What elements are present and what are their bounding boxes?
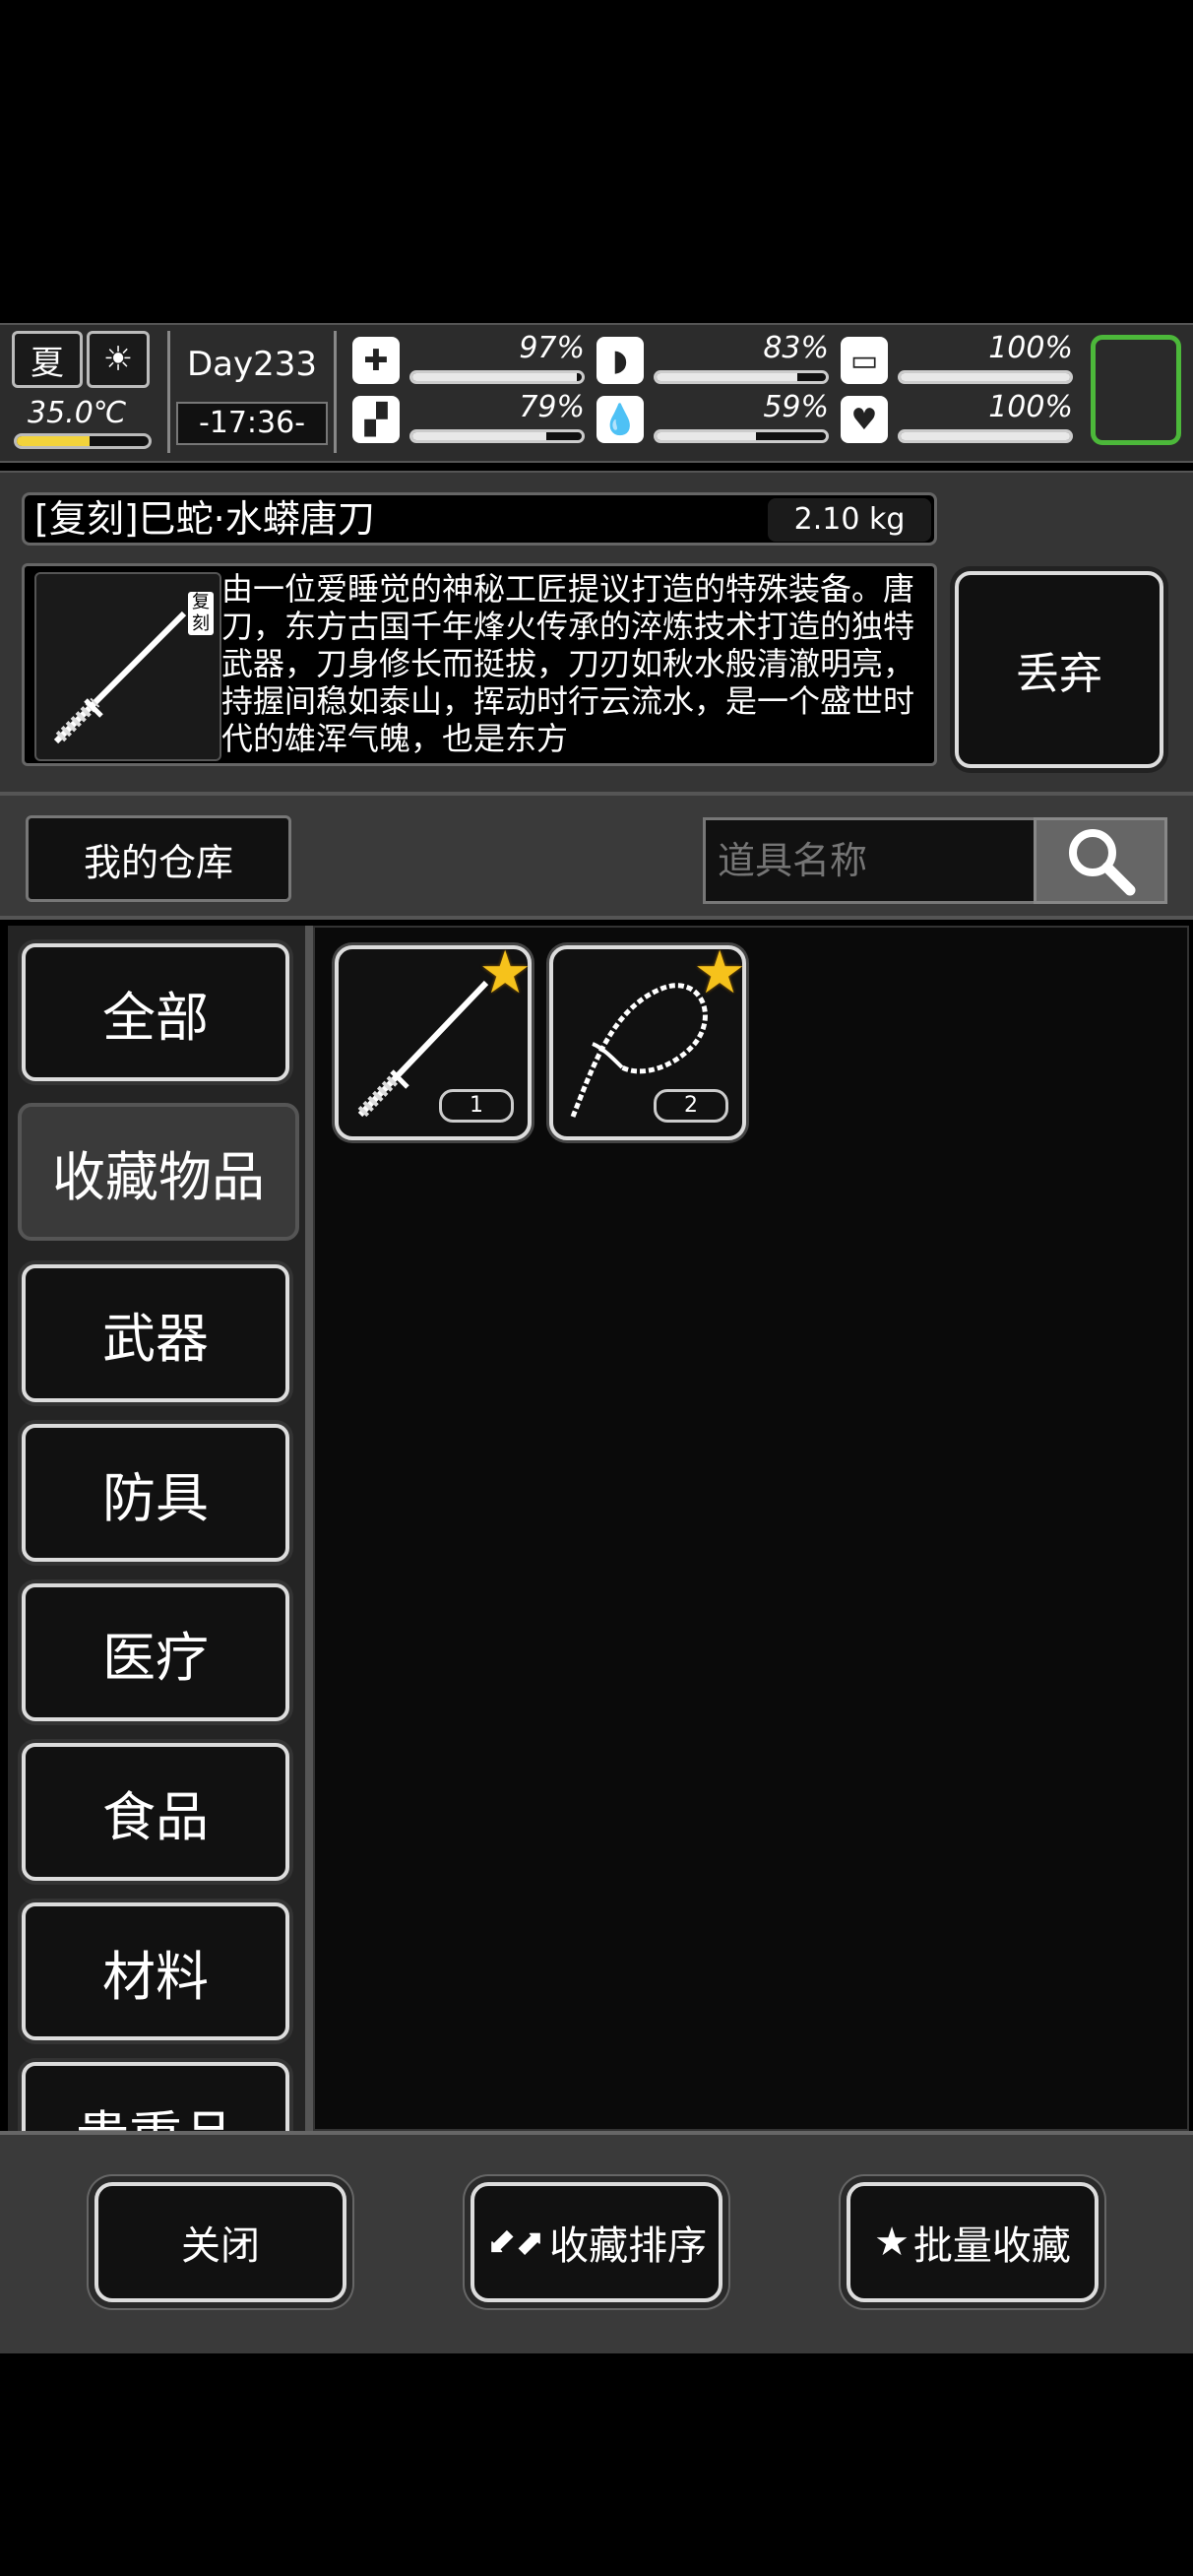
sidebar-divider bbox=[305, 926, 313, 2131]
star-icon: ★ bbox=[874, 2220, 910, 2265]
day-time-panel: Day233 -17:36- bbox=[167, 331, 337, 453]
hunger-bar-fill bbox=[657, 373, 797, 381]
item-search-input[interactable] bbox=[703, 817, 1034, 904]
category-medical[interactable]: 医疗 bbox=[22, 1583, 289, 1721]
hunger-stat: ◗ 83% bbox=[596, 331, 829, 388]
stamina-stat: ▞ 79% bbox=[352, 390, 585, 447]
status-bar: 夏 ☀ 35.0℃ Day233 -17:36- ✚ 97% ◗ 83% ▭ 1… bbox=[0, 323, 1193, 463]
category-favorites[interactable]: 收藏物品 bbox=[18, 1103, 299, 1241]
temperature-bar bbox=[14, 433, 152, 449]
close-label: 关闭 bbox=[181, 2223, 260, 2269]
water-drop-icon: 💧 bbox=[596, 396, 644, 443]
item-description-box: 复刻 由一位爱睡觉的神秘工匠提议打造的特殊装备。唐刀，东方古国千年烽火传承的淬炼… bbox=[22, 563, 937, 766]
item-slot-sword[interactable]: ★ 1 bbox=[335, 938, 532, 1140]
bottom-action-bar: 关闭 ⬋⬈ 收藏排序 ★ 批量收藏 bbox=[0, 2131, 1193, 2353]
season-label: 夏 bbox=[31, 343, 64, 383]
item-count: 1 bbox=[439, 1089, 514, 1123]
batch-favorite-button[interactable]: ★ 批量收藏 bbox=[847, 2182, 1099, 2302]
item-thumbnail: 复刻 bbox=[34, 572, 221, 761]
sun-icon: ☀ bbox=[87, 331, 150, 388]
category-sidebar: 全部 收藏物品 武器 防具 医疗 食品 材料 贵重品 bbox=[8, 926, 305, 2131]
stomach-icon: ◗ bbox=[596, 337, 644, 384]
stamina-bar-fill bbox=[412, 432, 546, 440]
health-bar-fill bbox=[412, 373, 577, 381]
temperature-fill bbox=[17, 436, 90, 446]
foot-icon: ▞ bbox=[352, 396, 400, 443]
favorite-star-icon: ★ bbox=[693, 938, 746, 1007]
heart-icon: ♥ bbox=[841, 396, 888, 443]
sort-favorites-label: 收藏排序 bbox=[549, 2223, 708, 2269]
thirst-value: 59% bbox=[763, 390, 829, 424]
thirst-bar-fill bbox=[657, 432, 757, 440]
thirst-stat: 💧 59% bbox=[596, 390, 829, 447]
season-badge: 夏 bbox=[12, 331, 83, 388]
item-weight: 2.10 kg bbox=[768, 498, 931, 542]
category-food[interactable]: 食品 bbox=[22, 1743, 289, 1881]
search-button[interactable] bbox=[1034, 817, 1167, 904]
mood-value: 100% bbox=[988, 390, 1073, 424]
time-label: -17:36- bbox=[176, 402, 328, 445]
character-slot-button[interactable] bbox=[1091, 335, 1181, 445]
replica-badge: 复刻 bbox=[188, 592, 214, 635]
bladder-bar-fill bbox=[901, 373, 1070, 381]
batch-favorite-label: 批量收藏 bbox=[912, 2223, 1071, 2269]
category-armor[interactable]: 防具 bbox=[22, 1424, 289, 1562]
medkit-icon: ✚ bbox=[352, 337, 400, 384]
category-weapons[interactable]: 武器 bbox=[22, 1264, 289, 1402]
sort-favorites-button[interactable]: ⬋⬈ 收藏排序 bbox=[471, 2182, 722, 2302]
bladder-stat: ▭ 100% bbox=[841, 331, 1073, 388]
item-detail-panel: [复刻]巳蛇·水蟒唐刀 2.10 kg 复刻 由一位爱睡觉的神秘工匠提议打造的特… bbox=[0, 471, 1193, 794]
favorite-star-icon: ★ bbox=[478, 938, 532, 1007]
item-slot-whip[interactable]: ★ 2 bbox=[549, 938, 746, 1140]
item-description: 由一位爱睡觉的神秘工匠提议打造的特殊装备。唐刀，东方古国千年烽火传承的淬炼技术打… bbox=[221, 570, 915, 757]
discard-button[interactable]: 丢弃 bbox=[955, 571, 1163, 768]
mood-bar-fill bbox=[901, 432, 1070, 440]
stamina-value: 79% bbox=[519, 390, 585, 424]
close-button[interactable]: 关闭 bbox=[94, 2182, 346, 2302]
day-label: Day233 bbox=[186, 345, 318, 384]
item-grid: ★ 1 ★ 2 bbox=[313, 926, 1189, 2131]
hunger-value: 83% bbox=[763, 331, 829, 365]
category-all[interactable]: 全部 bbox=[22, 943, 289, 1081]
bladder-value: 100% bbox=[988, 331, 1073, 365]
warehouse-bar: 我的仓库 bbox=[0, 792, 1193, 920]
item-count: 2 bbox=[654, 1089, 728, 1123]
search-icon bbox=[1069, 829, 1136, 896]
bladder-icon: ▭ bbox=[841, 337, 888, 384]
category-valuables[interactable]: 贵重品 bbox=[22, 2062, 289, 2131]
category-materials[interactable]: 材料 bbox=[22, 1902, 289, 2040]
sort-arrows-icon: ⬋⬈ bbox=[485, 2222, 546, 2263]
mood-stat: ♥ 100% bbox=[841, 390, 1073, 447]
temperature-label: 35.0℃ bbox=[28, 396, 127, 430]
warehouse-label: 我的仓库 bbox=[26, 815, 291, 902]
health-value: 97% bbox=[519, 331, 585, 365]
health-stat: ✚ 97% bbox=[352, 331, 585, 388]
